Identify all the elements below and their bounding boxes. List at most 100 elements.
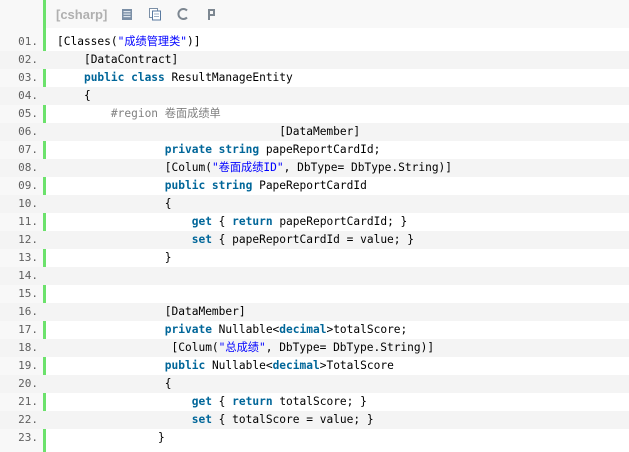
line-number: 08. [18,161,38,174]
code-keyword: set [191,233,212,246]
code-text: [Colum( [171,341,219,354]
line-source: private Nullable<decimal>totalScore; [57,321,408,339]
code-line: 04. { [0,87,629,105]
code-keyword: public [164,359,206,372]
code-text: { [211,215,233,228]
code-line: 12. set { papeReportCardId = value; } [0,231,629,249]
code-line: 01. [Classes("成绩管理类")] [0,33,629,51]
code-text: { [164,197,172,210]
code-keyword: private [164,323,212,336]
code-text: totalScore; } [272,395,367,408]
code-line: 22. set { totalScore = value; } [0,411,629,429]
line-source: public class ResultManageEntity [57,69,293,87]
code-keyword: decimal [279,323,327,336]
line-source: [Colum("卷面成绩ID", DbType= DbType.String)] [57,159,452,177]
line-number: 21. [18,395,38,408]
line-number: 04. [18,89,38,102]
code-text: [Colum( [164,161,212,174]
code-text: Nullable< [205,359,273,372]
code-line: 18. [Colum("总成绩", DbType= DbType.String)… [0,339,629,357]
line-number: 20. [18,377,38,390]
refresh-icon[interactable] [175,6,191,22]
code-text: )] [187,35,201,48]
line-source: public string PapeReportCardId [57,177,367,195]
line-number: 02. [18,53,38,66]
code-keyword: public string [164,179,253,192]
code-keyword: get [191,215,212,228]
code-text: { [83,89,91,102]
line-number: 16. [18,305,38,318]
code-lines: 01. [Classes("成绩管理类")] 02. [DataContract] 0… [0,33,629,447]
code-line: 23. } [0,429,629,447]
line-source: [Colum("总成绩", DbType= DbType.String)] [57,339,435,357]
code-text: [DataMember] [279,125,361,138]
line-source: [DataMember] [57,303,246,321]
code-text: } [164,251,172,264]
line-source: { [57,375,172,393]
line-source: set { papeReportCardId = value; } [57,231,414,249]
code-line: 17. private Nullable<decimal>totalScore; [0,321,629,339]
code-line: 03. public class ResultManageEntity [0,69,629,87]
code-line: 08. [Colum("卷面成绩ID", DbType= DbType.Stri… [0,159,629,177]
code-line: 05. #region 卷面成绩单 [0,105,629,123]
line-source: [Classes("成绩管理类")] [57,33,201,51]
line-number: 14. [18,269,38,282]
line-source: [DataContract] [57,51,178,69]
code-text: papeReportCardId; [259,143,381,156]
code-text: } [158,431,165,444]
line-source: get { return totalScore; } [57,393,367,411]
code-text: Nullable< [211,323,280,336]
code-line: 13. } [0,249,629,267]
line-number: 01. [18,35,38,48]
code-text: , DbType= DbType.String)] [265,341,435,354]
code-text: { totalScore = value; } [211,413,374,426]
line-number: 07. [18,143,38,156]
code-text: papeReportCardId; } [272,215,408,228]
code-keyword: set [191,413,212,426]
line-number: 13. [18,251,38,264]
line-number: 05. [18,107,38,120]
code-line: 19. public Nullable<decimal>TotalScore [0,357,629,375]
copy-icon[interactable] [147,6,163,22]
line-number: 22. [18,413,38,426]
code-line: 09. public string PapeReportCardId [0,177,629,195]
line-number: 03. [18,71,38,84]
code-line: 20. { [0,375,629,393]
fork-icon[interactable] [203,6,219,22]
line-source: { [57,195,172,213]
code-line: 16. [DataMember] [0,303,629,321]
code-string: "卷面成绩ID" [211,161,284,174]
code-line: 10. { [0,195,629,213]
line-number: 06. [18,125,38,138]
code-keyword: decimal [272,359,320,372]
code-keyword: public class [83,71,165,84]
code-text: { papeReportCardId = value; } [211,233,415,246]
view-source-icon[interactable] [119,6,135,22]
line-source: set { totalScore = value; } [57,411,374,429]
code-text: [DataContract] [83,53,179,66]
code-string: "成绩管理类" [117,35,188,48]
line-number: 11. [18,215,38,228]
code-text: , DbType= DbType.String)] [283,161,453,174]
code-line: 07. private string papeReportCardId; [0,141,629,159]
line-source: } [57,249,172,267]
code-text: [Classes( [57,35,118,48]
line-number: 23. [18,431,38,444]
code-keyword: private string [164,143,260,156]
code-preprocessor: #region 卷面成绩单 [110,107,221,120]
code-line: 11. get { return papeReportCardId; } [0,213,629,231]
